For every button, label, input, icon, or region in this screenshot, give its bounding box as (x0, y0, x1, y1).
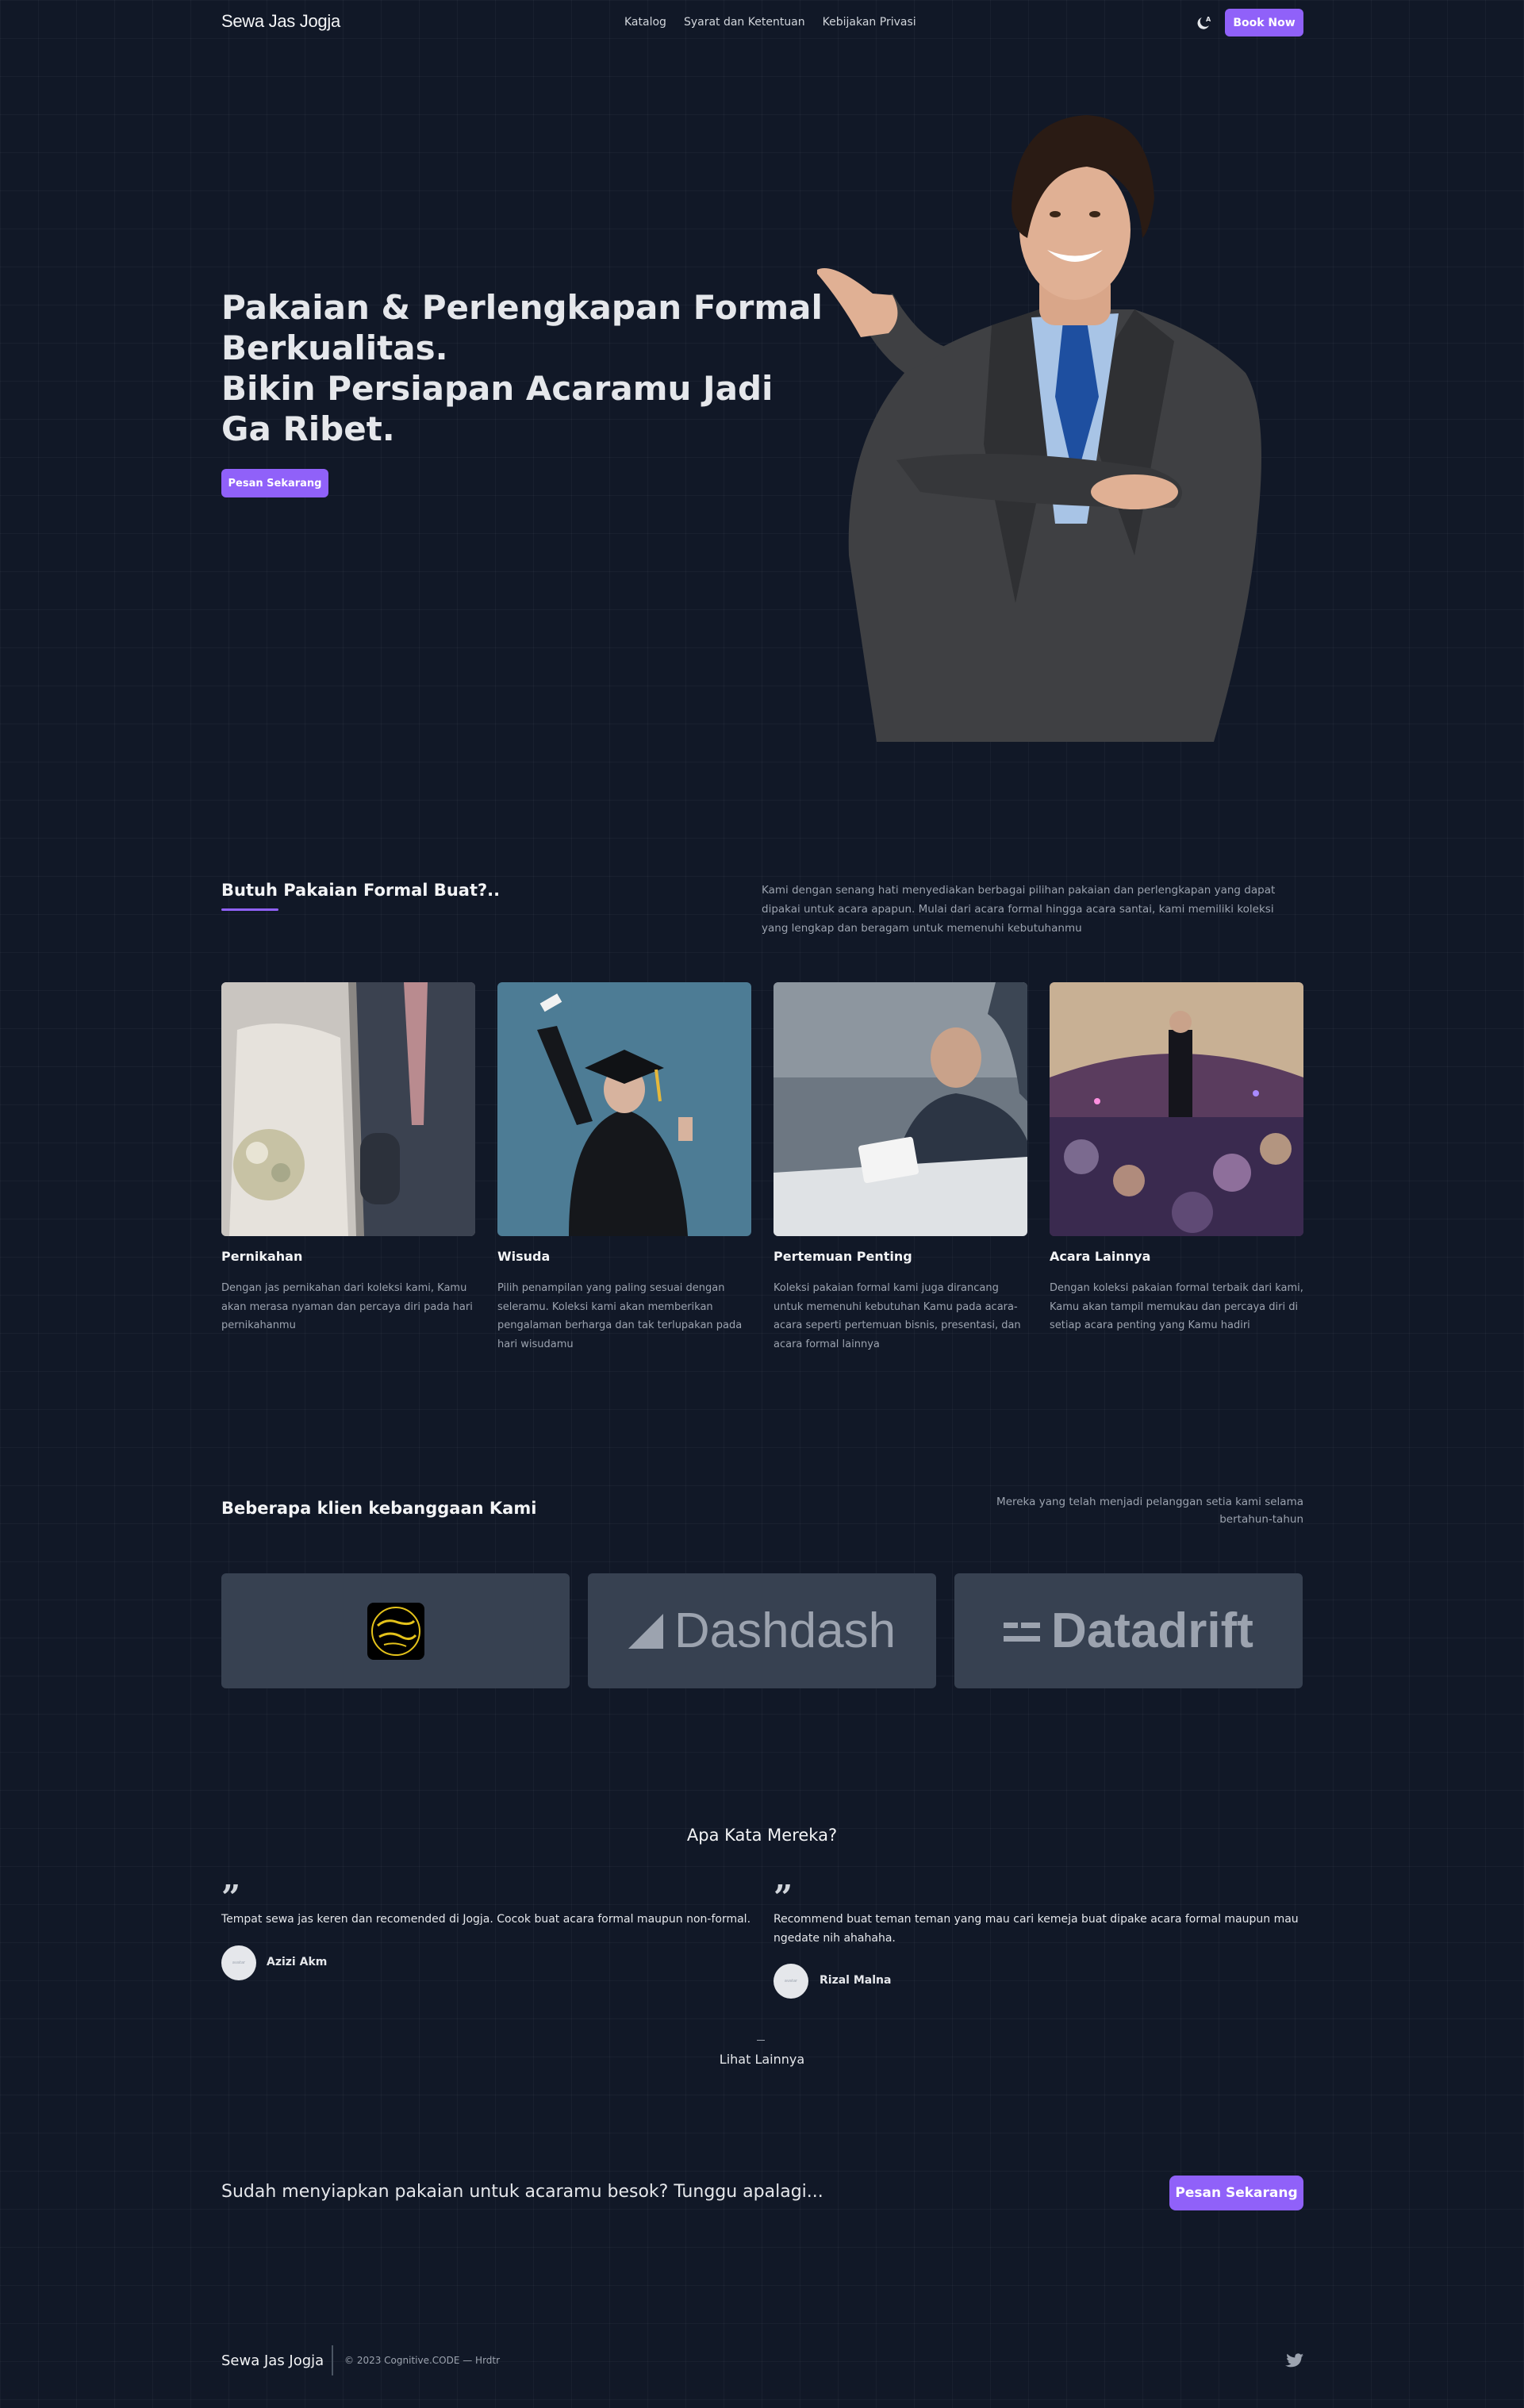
card-text-acara-lainnya: Dengan koleksi pakaian formal terbaik da… (1050, 1282, 1303, 1331)
graduation-card-image (497, 982, 751, 1236)
nav-links: Katalog Syarat dan Ketentuan Kebijakan P… (624, 16, 916, 29)
wedding-card-image (221, 982, 475, 1236)
event-card-image (1050, 982, 1303, 1236)
testimonial-quote: Recommend buat teman teman yang mau cari… (774, 1913, 1299, 1945)
hero-order-button[interactable]: Pesan Sekarang (221, 469, 328, 497)
meeting-card-image (774, 982, 1027, 1236)
footer-brand[interactable]: Sewa Jas Jogja (221, 2352, 324, 2369)
card-title-acara-lainnya: Acara Lainnya (1050, 1249, 1151, 1264)
dashdash-wordmark: Dashdash (674, 1603, 896, 1658)
hero-title-line: Pakaian & Perlengkapan Formal (221, 288, 823, 327)
see-more-link[interactable]: Lihat Lainnya (0, 2052, 1524, 2067)
card-title-wisuda: Wisuda (497, 1249, 551, 1264)
card-text-pertemuan: Koleksi pakaian formal kami juga diranca… (774, 1282, 1021, 1350)
clients-section-description: Mereka yang telah menjadi pelanggan seti… (996, 1496, 1303, 1526)
card-title-pertemuan: Pertemuan Penting (774, 1249, 912, 1264)
datadrift-bars-icon (1004, 1622, 1041, 1642)
nav-link-syarat[interactable]: Syarat dan Ketentuan (684, 16, 805, 29)
needs-section-description: Kami dengan senang hati menyediakan berb… (762, 884, 1276, 935)
more-link-decoration (757, 2040, 765, 2041)
book-now-button[interactable]: Book Now (1225, 9, 1303, 36)
datadrift-wordmark: Datadrift (1051, 1603, 1253, 1658)
card-text-wisuda: Pilih penampilan yang paling sesuai deng… (497, 1282, 743, 1350)
twitter-icon[interactable] (1284, 2353, 1303, 2371)
hero-title: Pakaian & Perlengkapan Formal Berkualita… (221, 287, 823, 449)
client-logo-dashdash: Dashdash (588, 1573, 936, 1688)
testimonial-author: Rizal Malna (820, 1974, 892, 1987)
client-logo-datadrift: Datadrift (954, 1573, 1303, 1688)
testimonial-author: Azizi Akm (267, 1956, 328, 1968)
footer-divider (332, 2345, 333, 2375)
hero-title-line: Berkualitas. (221, 328, 448, 367)
needs-section-title: Butuh Pakaian Formal Buat?.. (221, 881, 501, 900)
dashdash-triangle-icon (628, 1613, 663, 1649)
avatar: avatar (221, 1945, 256, 1980)
svg-text:A: A (1206, 16, 1211, 23)
cta-order-button[interactable]: Pesan Sekarang (1169, 2176, 1303, 2210)
cta-text: Sudah menyiapkan pakaian untuk acaramu b… (221, 2182, 823, 2202)
gwan-wahwa-logo-icon (367, 1602, 424, 1660)
hero-title-line: Ga Ribet. (221, 409, 395, 448)
section-title-underline (221, 908, 278, 911)
hero-title-line: Bikin Persiapan Acaramu Jadi (221, 369, 774, 408)
avatar: avatar (774, 1964, 808, 1999)
testimonials-heading: Apa Kata Mereka? (686, 1826, 838, 1845)
clients-section-title: Beberapa klien kebanggaan Kami (221, 1499, 537, 1518)
hero-man-in-suit-image (801, 111, 1277, 742)
brand-logo[interactable]: Sewa Jas Jogja (221, 11, 340, 32)
client-logo-gwan-wahwa (221, 1573, 570, 1688)
testimonial-quote: Tempat sewa jas keren dan recomended di … (221, 1913, 751, 1926)
nav-link-kebijakan[interactable]: Kebijakan Privasi (823, 16, 916, 29)
footer-copyright: © 2023 Cognitive.CODE — Hrdtr (344, 2355, 501, 2366)
nav-link-katalog[interactable]: Katalog (624, 16, 666, 29)
theme-toggle-icon[interactable]: A (1195, 14, 1212, 32)
card-title-pernikahan: Pernikahan (221, 1249, 303, 1264)
card-text-pernikahan: Dengan jas pernikahan dari koleksi kami,… (221, 1282, 473, 1331)
